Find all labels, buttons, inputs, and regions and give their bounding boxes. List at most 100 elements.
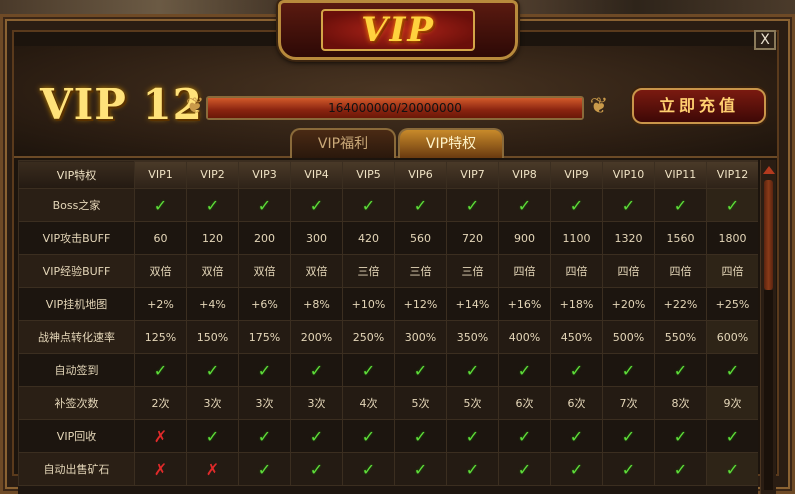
table-cell: 双倍 (238, 254, 291, 288)
check-icon: ✓ (725, 426, 740, 446)
column-header-vip12: VIP12 (706, 160, 758, 189)
table-cell: 250% (342, 320, 395, 354)
row-label: 自动出售矿石 (18, 452, 135, 486)
vip-level-label: VIP 12 (40, 80, 203, 129)
row-label: VIP经验BUFF (18, 254, 135, 288)
table-cell: ✓ (290, 452, 343, 486)
check-icon: ✓ (257, 459, 272, 479)
table-cell: ✓ (238, 353, 291, 387)
check-icon: ✓ (465, 459, 480, 479)
table-row: VIP回收 ✗ ✓ ✓ ✓ ✓ ✓ ✓ ✓ ✓ ✓ ✓ ✓ (18, 419, 758, 453)
row-label: 战神点转化速率 (18, 320, 135, 354)
table-cell: +18% (550, 287, 603, 321)
check-icon: ✓ (569, 459, 584, 479)
check-icon: ✓ (205, 360, 220, 380)
close-button[interactable]: X (754, 30, 776, 50)
check-icon: ✓ (205, 195, 220, 215)
check-icon: ✓ (725, 360, 740, 380)
table-cell: 双倍 (290, 254, 343, 288)
check-icon: ✓ (517, 360, 532, 380)
table-cell: 120 (186, 221, 239, 255)
table-body: Boss之家 ✓ ✓ ✓ ✓ ✓ ✓ ✓ ✓ ✓ ✓ ✓ ✓ VIP攻击BUFF 60 120 200 300 42… (18, 188, 758, 486)
column-header-vip8: VIP8 (498, 160, 551, 189)
table-cell: ✓ (706, 419, 758, 453)
scroll-track[interactable] (764, 290, 773, 490)
table-cell: 三倍 (446, 254, 499, 288)
table-row: Boss之家 ✓ ✓ ✓ ✓ ✓ ✓ ✓ ✓ ✓ ✓ ✓ ✓ (18, 188, 758, 222)
check-icon: ✓ (309, 459, 324, 479)
table-corner-header: VIP特权 (18, 160, 135, 189)
check-icon: ✓ (621, 459, 636, 479)
column-header-vip7: VIP7 (446, 160, 499, 189)
tab-vip-welfare[interactable]: VIP福利 (290, 128, 396, 158)
scroll-up-arrow-icon[interactable] (763, 166, 775, 174)
bar-left-ornament-icon: ❦ (185, 94, 205, 119)
table-cell: 900 (498, 221, 551, 255)
table-cell: 四倍 (498, 254, 551, 288)
row-label: VIP攻击BUFF (18, 221, 135, 255)
table-cell: +20% (602, 287, 655, 321)
table-cell: ✓ (654, 353, 707, 387)
column-header-vip11: VIP11 (654, 160, 707, 189)
column-header-vip6: VIP6 (394, 160, 447, 189)
column-header-vip3: VIP3 (238, 160, 291, 189)
table-cell: +16% (498, 287, 551, 321)
column-header-vip10: VIP10 (602, 160, 655, 189)
check-icon: ✓ (361, 195, 376, 215)
table-header-row: VIP特权 VIP1 VIP2 VIP3 VIP4 VIP5 VIP6 VIP7 VIP8 VI… (18, 160, 758, 189)
check-icon: ✓ (309, 426, 324, 446)
table-row: VIP挂机地图 +2% +4% +6% +8% +10% +12% +14% +16% +18% +… (18, 287, 758, 321)
scroll-thumb[interactable] (764, 180, 773, 290)
table-cell: ✓ (134, 188, 187, 222)
check-icon: ✓ (517, 426, 532, 446)
table-cell: ✗ (134, 419, 187, 453)
table-cell: +12% (394, 287, 447, 321)
check-icon: ✓ (465, 426, 480, 446)
table-cell: ✓ (602, 188, 655, 222)
check-icon: ✓ (725, 195, 740, 215)
table-row: 战神点转化速率 125% 150% 175% 200% 250% 300% 350% 400% 4… (18, 320, 758, 354)
table-cell: 400% (498, 320, 551, 354)
row-label: Boss之家 (18, 188, 135, 222)
table-cell: 560 (394, 221, 447, 255)
check-icon: ✓ (309, 360, 324, 380)
table-cell: ✓ (550, 419, 603, 453)
vip-privilege-table: VIP特权 VIP1 VIP2 VIP3 VIP4 VIP5 VIP6 VIP7 VIP8 VI… (18, 160, 758, 494)
table-cell: ✗ (134, 452, 187, 486)
table-row: 自动出售矿石 ✗ ✗ ✓ ✓ ✓ ✓ ✓ ✓ ✓ ✓ ✓ ✓ (18, 452, 758, 486)
table-cell: ✓ (186, 188, 239, 222)
row-label: 补签次数 (18, 386, 135, 420)
table-cell: ✓ (238, 419, 291, 453)
table-cell: 3次 (238, 386, 291, 420)
check-icon: ✓ (153, 360, 168, 380)
table-cell: ✓ (342, 188, 395, 222)
check-icon: ✓ (621, 426, 636, 446)
table-cell: ✓ (602, 353, 655, 387)
table-cell: +10% (342, 287, 395, 321)
table-cell: ✓ (186, 419, 239, 453)
table-cell: +6% (238, 287, 291, 321)
table-cell: ✓ (342, 353, 395, 387)
table-cell: ✓ (446, 419, 499, 453)
table-cell: ✓ (550, 188, 603, 222)
table-cell: 1100 (550, 221, 603, 255)
table-cell: 1800 (706, 221, 758, 255)
table-cell: ✓ (550, 353, 603, 387)
table-cell: ✓ (394, 353, 447, 387)
table-cell: ✓ (602, 452, 655, 486)
table-cell: 四倍 (602, 254, 655, 288)
table-cell: 5次 (446, 386, 499, 420)
table-cell: +14% (446, 287, 499, 321)
table-cell: 300% (394, 320, 447, 354)
table-scrollbar[interactable] (760, 160, 776, 494)
bar-right-ornament-icon: ❦ (589, 94, 609, 119)
table-cell: ✓ (342, 419, 395, 453)
vip-window-title: VIP (361, 10, 435, 50)
check-icon: ✓ (673, 360, 688, 380)
table-cell: ✓ (446, 353, 499, 387)
recharge-button[interactable]: 立即充值 (632, 88, 766, 124)
table-cell: 7次 (602, 386, 655, 420)
check-icon: ✓ (205, 426, 220, 446)
tab-vip-privilege[interactable]: VIP特权 (398, 128, 504, 158)
check-icon: ✓ (153, 195, 168, 215)
